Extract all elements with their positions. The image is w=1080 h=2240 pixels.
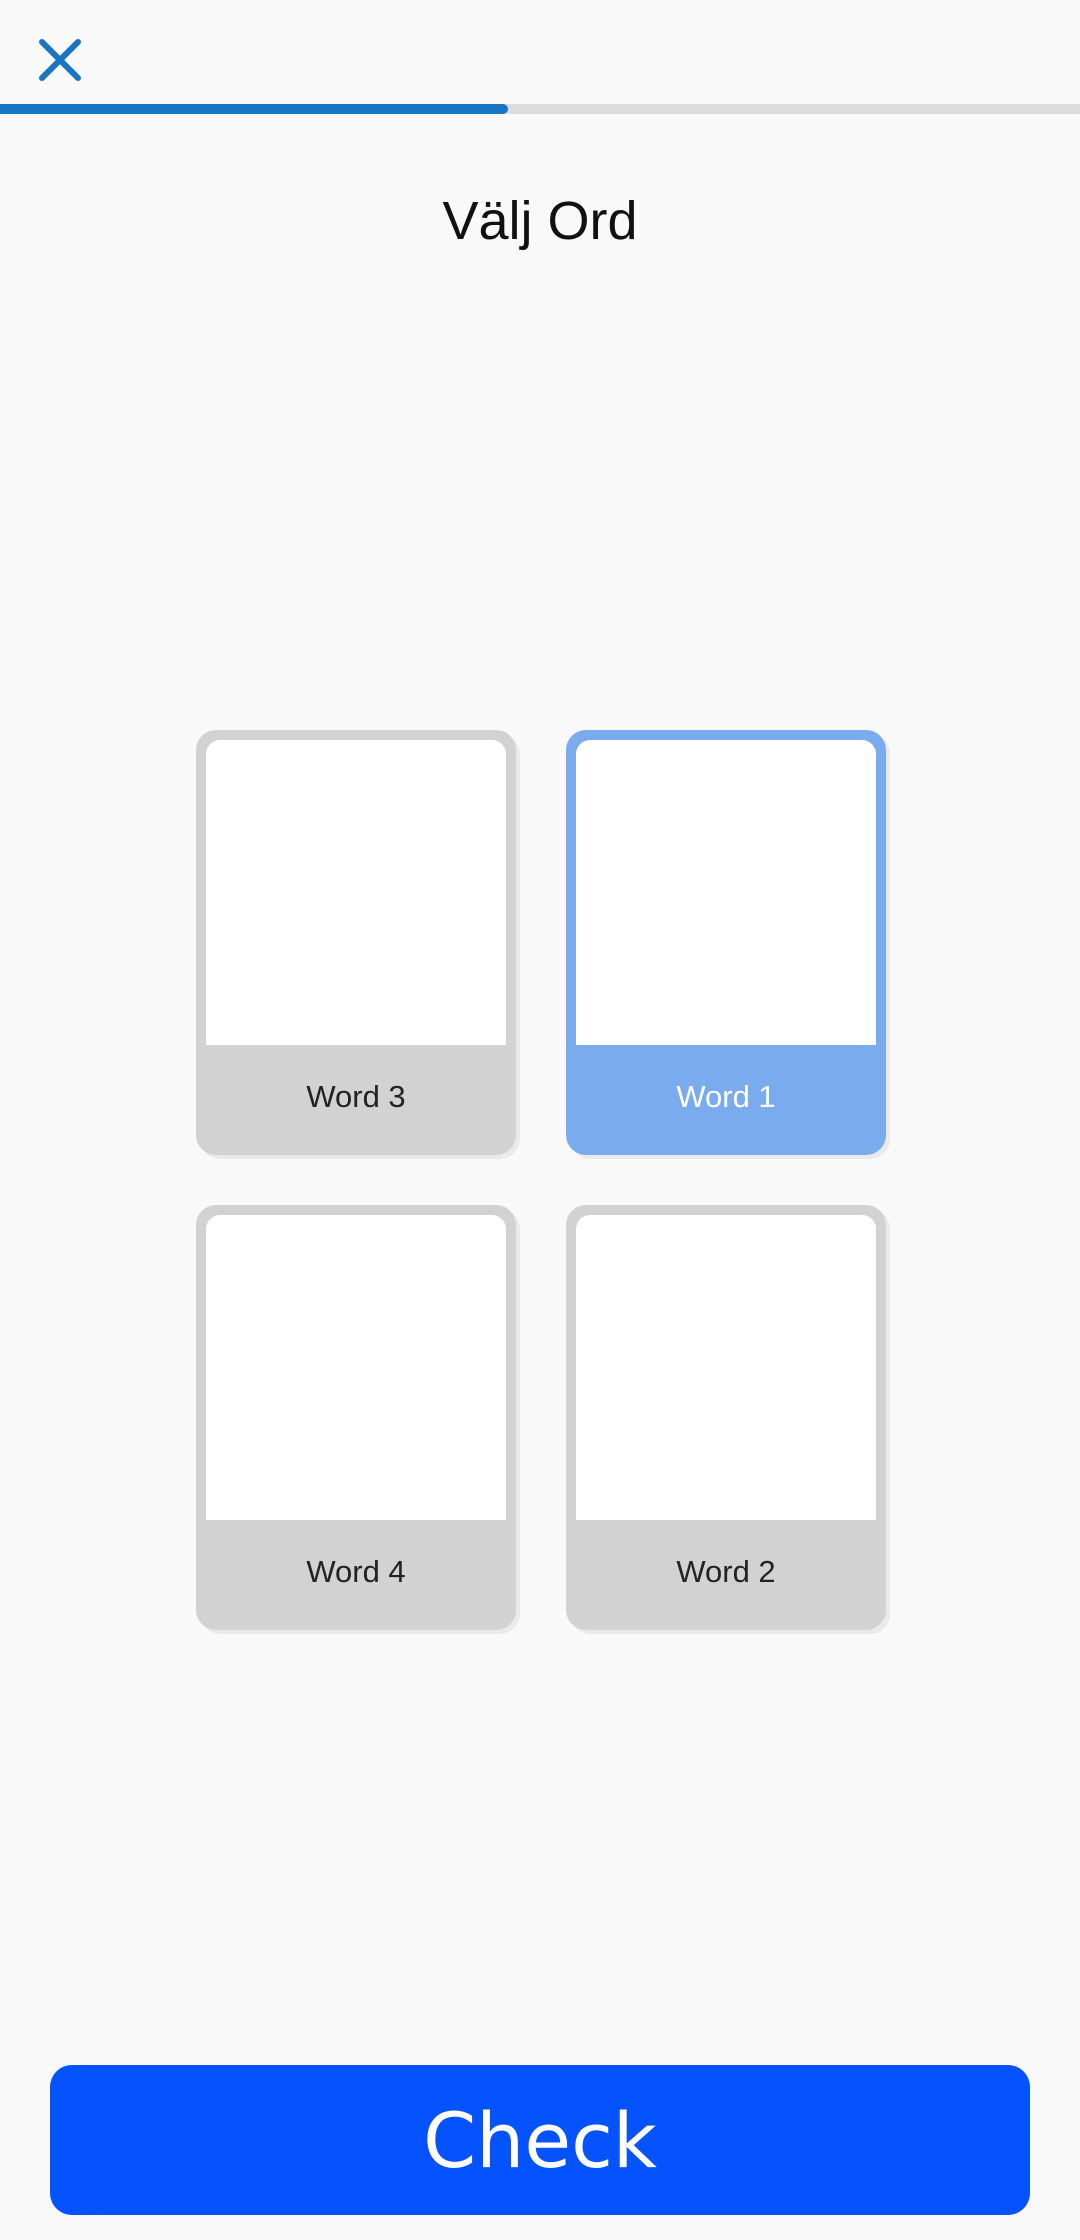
word-card[interactable]: Word 1 bbox=[566, 730, 886, 1155]
word-card-label: Word 2 bbox=[676, 1554, 776, 1589]
word-card-label: Word 3 bbox=[306, 1079, 406, 1114]
progress-bar-fill bbox=[0, 104, 508, 114]
word-card-label: Word 4 bbox=[306, 1554, 406, 1589]
progress-bar bbox=[0, 104, 1080, 114]
check-button[interactable]: Check bbox=[50, 2065, 1030, 2215]
word-card-image bbox=[576, 1215, 876, 1520]
word-card-image bbox=[206, 740, 506, 1045]
word-card[interactable]: Word 2 bbox=[566, 1205, 886, 1630]
close-button[interactable] bbox=[26, 26, 94, 94]
page-title: Välj Ord bbox=[442, 191, 638, 251]
word-card-image bbox=[206, 1215, 506, 1520]
word-card-grid: Word 3 Word 1 Word 4 Word 2 bbox=[196, 730, 890, 1630]
word-card-image bbox=[576, 740, 876, 1045]
word-card-label: Word 1 bbox=[676, 1079, 776, 1114]
word-card[interactable]: Word 3 bbox=[196, 730, 516, 1155]
close-icon bbox=[39, 39, 81, 81]
word-card[interactable]: Word 4 bbox=[196, 1205, 516, 1630]
word-select-screen: Välj Ord Word 3 Word 1 Word 4 Word 2 Che… bbox=[0, 0, 1080, 2240]
